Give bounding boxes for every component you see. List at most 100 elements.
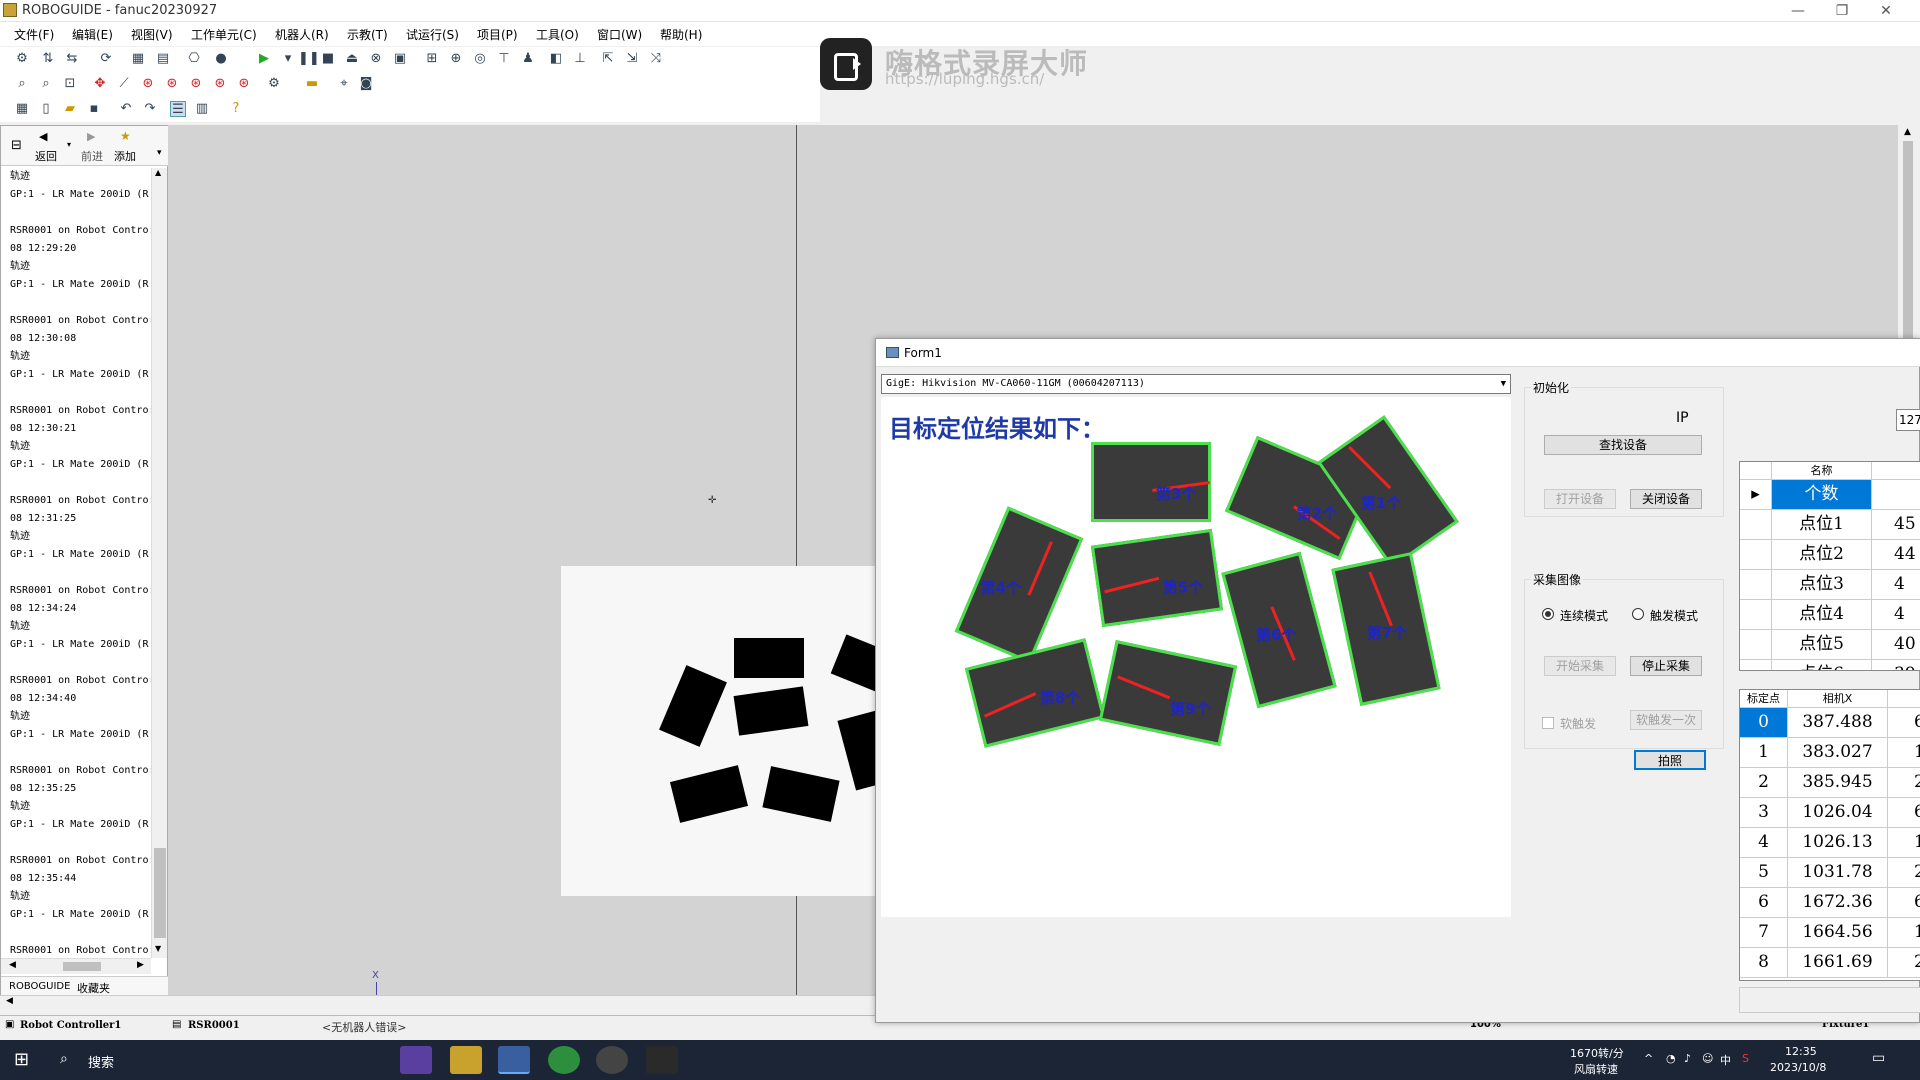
tool-icon[interactable]: ⇲ <box>624 51 640 67</box>
soft-trigger-once-button[interactable]: 软触发一次 <box>1630 710 1702 730</box>
table-cell[interactable]: 1026.04 <box>1788 798 1888 828</box>
continuous-mode-radio[interactable] <box>1542 608 1554 620</box>
tool-icon[interactable]: ♟ <box>520 51 536 67</box>
table-cell[interactable]: 4 <box>1872 600 1920 630</box>
history-item[interactable]: 轨迹 <box>10 168 151 186</box>
add-star-icon[interactable]: ★ <box>120 129 131 143</box>
panel-icon[interactable]: ⊟ <box>11 138 22 153</box>
history-item[interactable]: RSR0001 on Robot Contro: <box>10 582 151 600</box>
history-item[interactable] <box>10 744 151 762</box>
tool-icon[interactable]: ⊥ <box>572 51 588 67</box>
history-item[interactable]: RSR0001 on Robot Contro: <box>10 852 151 870</box>
table-cell[interactable]: 点位5 <box>1772 630 1872 660</box>
tool-icon[interactable]: ⊛ <box>236 76 252 92</box>
redo-icon[interactable]: ↷ <box>142 101 158 117</box>
menu-cell[interactable]: 工作单元(C) <box>191 26 257 43</box>
history-item[interactable]: GP:1 - LR Mate 200iD (R <box>10 546 151 564</box>
take-photo-button[interactable]: 拍照 <box>1634 750 1706 770</box>
history-item[interactable]: GP:1 - LR Mate 200iD (R <box>10 456 151 474</box>
row-indicator[interactable] <box>1740 510 1772 540</box>
table-cell[interactable]: 1031.78 <box>1788 858 1888 888</box>
input-icon[interactable]: ☺ <box>1702 1052 1713 1065</box>
tool-icon[interactable]: ⟳ <box>98 51 114 67</box>
scroll-right-icon[interactable]: ▶ <box>137 960 144 970</box>
stop-icon[interactable]: ■ <box>320 51 336 67</box>
menu-tools[interactable]: 工具(O) <box>536 26 579 43</box>
tool-icon[interactable]: ⤨ <box>648 51 664 67</box>
trigger-mode-radio[interactable] <box>1632 608 1644 620</box>
menu-edit[interactable]: 编辑(E) <box>72 26 113 43</box>
tool-icon[interactable]: ⇱ <box>600 51 616 67</box>
table-cell[interactable]: 点位6 <box>1772 660 1872 670</box>
ip-input[interactable]: 127. <box>1896 409 1920 431</box>
table-cell[interactable]: 1661.69 <box>1788 948 1888 978</box>
forward-button[interactable]: 前进 <box>81 148 103 164</box>
table-cell[interactable]: 6 <box>1740 888 1788 918</box>
row-indicator[interactable] <box>1740 600 1772 630</box>
history-item[interactable]: 轨迹 <box>10 888 151 906</box>
tool-icon[interactable]: ⟋ <box>116 76 132 92</box>
table-cell[interactable]: 5 <box>1740 858 1788 888</box>
table-cell[interactable]: 39 <box>1872 660 1920 670</box>
history-item[interactable]: 轨迹 <box>10 618 151 636</box>
help-icon[interactable]: ? <box>228 101 244 117</box>
history-item[interactable] <box>10 564 151 582</box>
menu-robot[interactable]: 机器人(R) <box>275 26 329 43</box>
tree-icon[interactable]: ☰ <box>170 101 186 117</box>
tool-icon[interactable]: ◧ <box>548 51 564 67</box>
table-cell[interactable]: 40 <box>1872 630 1920 660</box>
table-cell[interactable]: 44 <box>1872 540 1920 570</box>
tool-icon[interactable]: ⊛ <box>188 76 204 92</box>
ime-indicator[interactable]: 中 <box>1720 1052 1731 1068</box>
scroll-down-icon[interactable]: ▼ <box>155 944 161 953</box>
table-cell[interactable]: 4 <box>1872 570 1920 600</box>
history-item[interactable]: 轨迹 <box>10 798 151 816</box>
menu-file[interactable]: 文件(F) <box>14 26 54 43</box>
history-item[interactable]: 轨迹 <box>10 528 151 546</box>
chevron-down-icon[interactable]: ▼ <box>1501 378 1506 390</box>
tab-favorites[interactable]: 收藏夹 <box>77 980 110 996</box>
history-scrollbar[interactable]: ▲ ▼ <box>151 168 167 958</box>
history-item[interactable]: GP:1 - LR Mate 200iD (R <box>10 636 151 654</box>
taskbar-search[interactable]: 搜索 <box>88 1052 114 1071</box>
table-cell[interactable]: 24 <box>1888 948 1920 978</box>
app-icon[interactable] <box>596 1046 628 1074</box>
history-item[interactable]: 轨迹 <box>10 348 151 366</box>
history-item[interactable]: 08 12:34:40 <box>10 690 151 708</box>
scroll-up-icon[interactable]: ▲ <box>155 168 161 177</box>
viewport-hscrollbar[interactable]: ◀ <box>0 995 880 1009</box>
history-item[interactable]: 08 12:30:08 <box>10 330 151 348</box>
form-hscrollbar[interactable] <box>1739 987 1920 1013</box>
tool-icon[interactable]: ▣ <box>392 51 408 67</box>
table-cell[interactable]: 个数 <box>1772 480 1872 510</box>
table-cell[interactable]: 64 <box>1888 798 1920 828</box>
new-icon[interactable]: ▯ <box>38 101 54 117</box>
tool-icon[interactable]: ⇆ <box>64 51 80 67</box>
history-item[interactable]: 08 12:35:25 <box>10 780 151 798</box>
history-item[interactable]: GP:1 - LR Mate 200iD (R <box>10 186 151 204</box>
sogou-icon[interactable]: S <box>1742 1052 1749 1065</box>
table-cell[interactable]: 45 <box>1872 510 1920 540</box>
tool-icon[interactable]: ⊕ <box>448 51 464 67</box>
history-item[interactable] <box>10 474 151 492</box>
tool-icon[interactable]: ⇅ <box>40 51 56 67</box>
table-cell[interactable]: 1026.13 <box>1788 828 1888 858</box>
scroll-left-icon[interactable]: ◀ <box>6 996 13 1006</box>
network-icon[interactable]: ◔ <box>1666 1052 1676 1065</box>
history-item[interactable]: 轨迹 <box>10 708 151 726</box>
history-item[interactable] <box>10 654 151 672</box>
table-cell[interactable]: 15 <box>1888 918 1920 948</box>
add-button[interactable]: 添加 <box>114 148 136 164</box>
menu-window[interactable]: 窗口(W) <box>597 26 642 43</box>
table-cell[interactable]: 点位4 <box>1772 600 1872 630</box>
table-cell[interactable]: 2 <box>1740 768 1788 798</box>
run-dropdown-icon[interactable]: ▾ <box>280 51 296 67</box>
row-indicator[interactable]: ▸ <box>1740 480 1772 510</box>
abort-icon[interactable]: ⊗ <box>368 51 384 67</box>
menu-test-run[interactable]: 试运行(S) <box>406 26 459 43</box>
tool-icon[interactable]: ⊛ <box>140 76 156 92</box>
forward-arrow-icon[interactable]: ▶ <box>87 130 95 143</box>
scroll-up-icon[interactable]: ▲ <box>1904 127 1911 137</box>
clock-time[interactable]: 12:35 <box>1785 1045 1817 1058</box>
tool-icon[interactable]: ⊛ <box>212 76 228 92</box>
